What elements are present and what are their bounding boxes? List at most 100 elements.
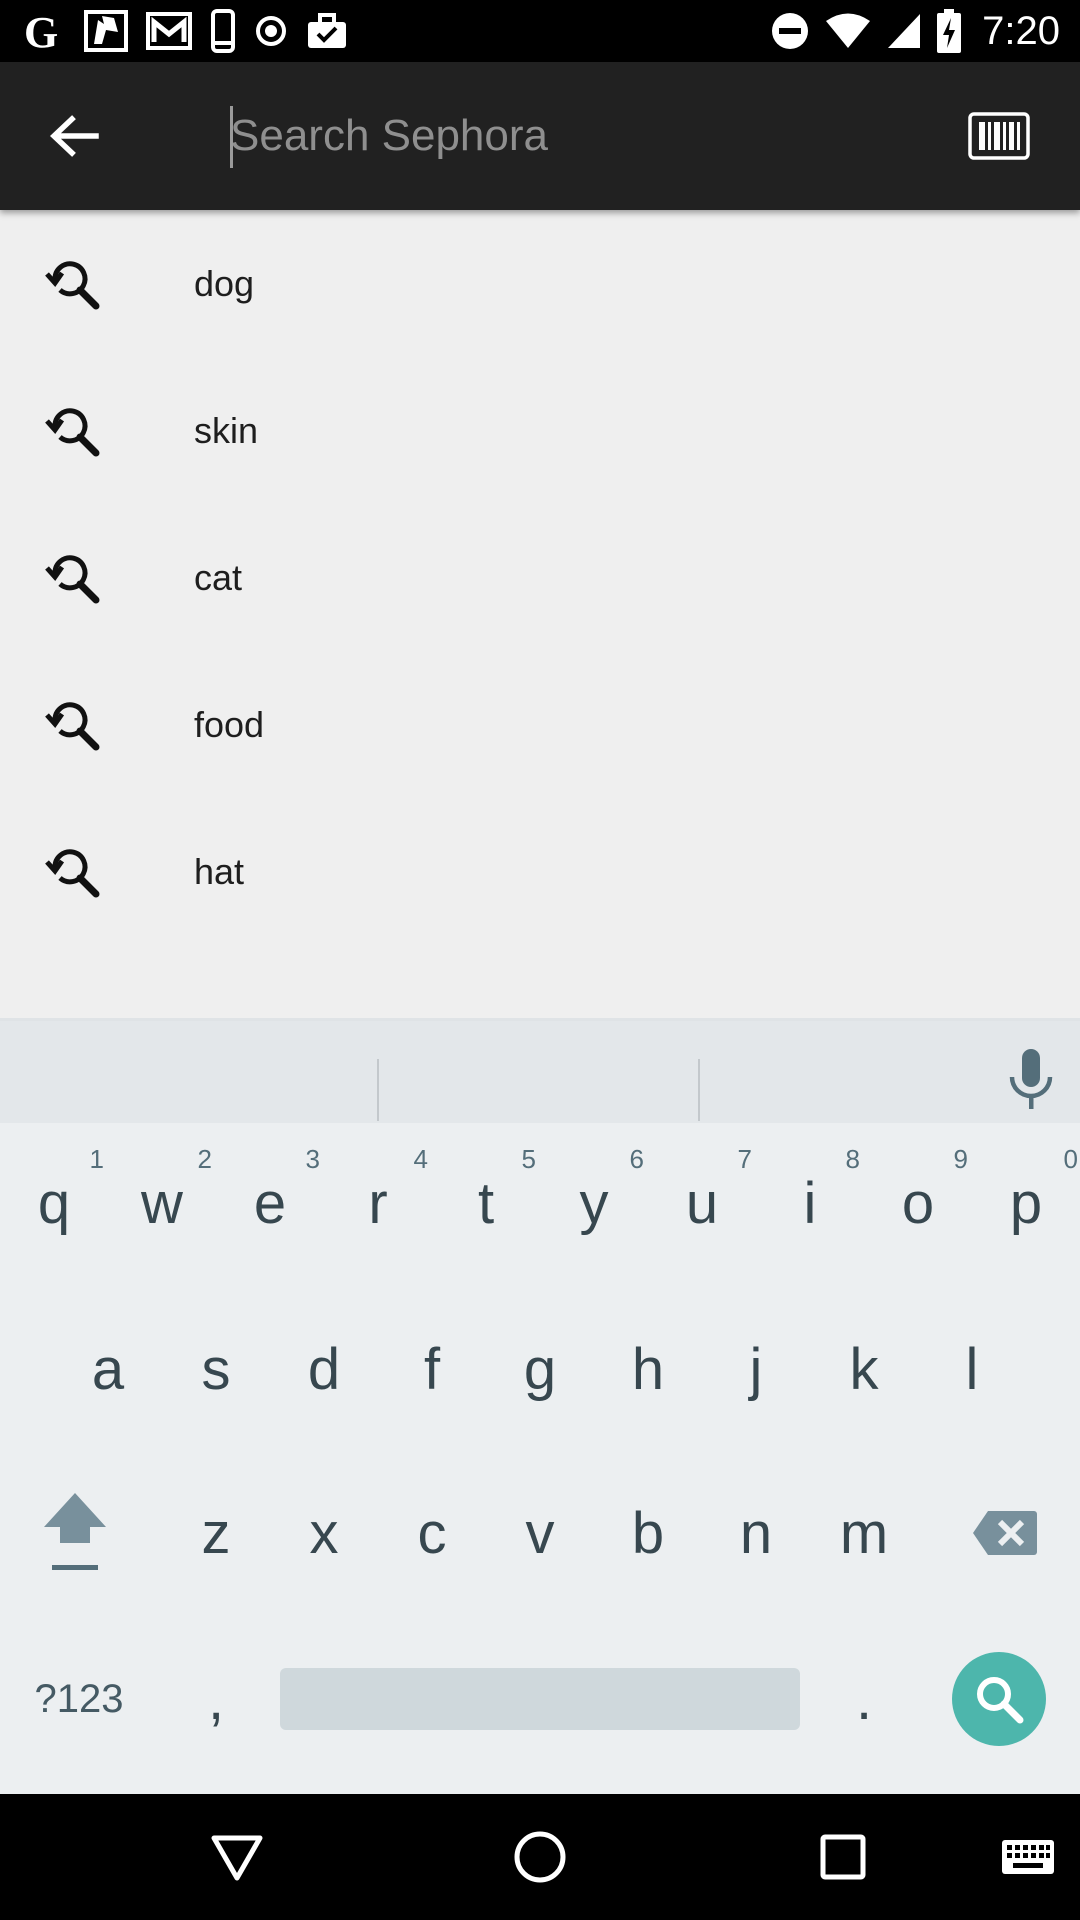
search-history-icon (45, 849, 100, 898)
strip-divider (377, 1059, 379, 1121)
key-c[interactable]: c (378, 1468, 486, 1598)
key-v[interactable]: v (486, 1468, 594, 1598)
key-label: r (368, 1170, 388, 1236)
key-o[interactable]: o9 (864, 1138, 972, 1268)
key-label: w (141, 1170, 183, 1236)
briefcase-check-icon (306, 8, 348, 54)
suggestion-label: dog (194, 262, 255, 304)
key-y[interactable]: y6 (540, 1138, 648, 1268)
cell-signal-icon (886, 8, 922, 54)
key-f[interactable]: f (378, 1304, 486, 1434)
key-hint: 2 (197, 1144, 212, 1174)
key-z[interactable]: z (162, 1468, 270, 1598)
key-t[interactable]: t5 (432, 1138, 540, 1268)
key-x[interactable]: x (270, 1468, 378, 1598)
backspace-key[interactable] (940, 1468, 1070, 1598)
system-icons: 7:20 (770, 8, 1060, 54)
home-nav-button[interactable] (507, 1824, 573, 1890)
key-m[interactable]: m (810, 1468, 918, 1598)
record-icon (254, 8, 288, 54)
key-k[interactable]: k (810, 1304, 918, 1434)
key-u[interactable]: u7 (648, 1138, 756, 1268)
key-label: y (579, 1170, 609, 1236)
key-g[interactable]: g (486, 1304, 594, 1434)
key-hint: 8 (845, 1144, 860, 1174)
barcode-scan-button[interactable] (968, 112, 1030, 160)
key-q[interactable]: q1 (0, 1138, 108, 1268)
back-nav-button[interactable] (204, 1824, 270, 1890)
key-hint: 3 (305, 1144, 320, 1174)
keyboard-suggestion-strip (0, 1021, 1080, 1123)
shift-icon (44, 1493, 106, 1570)
search-toolbar (0, 62, 1080, 210)
search-history-icon (45, 261, 100, 310)
suggestion-label: hat (194, 850, 245, 892)
shift-key[interactable] (0, 1468, 150, 1598)
back-button[interactable] (36, 104, 112, 168)
key-hint: 4 (413, 1144, 428, 1174)
key-w[interactable]: w2 (108, 1138, 216, 1268)
search-history-icon (45, 408, 100, 457)
key-n[interactable]: n (702, 1468, 810, 1598)
key-d[interactable]: d (270, 1304, 378, 1434)
suggestion-item[interactable]: food (0, 651, 1080, 798)
key-r[interactable]: r4 (324, 1138, 432, 1268)
key-l[interactable]: l (918, 1304, 1026, 1434)
key-label: o (901, 1170, 935, 1236)
key-j[interactable]: j (702, 1304, 810, 1434)
key-label: t (477, 1170, 495, 1236)
key-label: u (685, 1170, 719, 1236)
google-icon: G (22, 8, 66, 54)
search-history-icon (45, 702, 100, 751)
arrow-back-icon (49, 115, 99, 157)
gmail-icon (146, 8, 192, 54)
suggestion-label: skin (194, 409, 259, 451)
wifi-icon (824, 8, 872, 54)
barcode-icon (968, 112, 1030, 160)
search-history-icon (45, 555, 100, 604)
symbols-key[interactable]: ?123 (14, 1634, 144, 1764)
notification-icons: G (22, 8, 348, 54)
suggestion-item[interactable]: cat (0, 504, 1080, 651)
key-e[interactable]: e3 (216, 1138, 324, 1268)
key-b[interactable]: b (594, 1468, 702, 1598)
navigation-bar (0, 1794, 1080, 1920)
search-icon (977, 1677, 1024, 1724)
key-hint: 7 (737, 1144, 752, 1174)
text-cursor (230, 106, 233, 168)
suggestion-item[interactable]: dog (0, 210, 1080, 357)
backspace-icon (973, 1511, 1037, 1555)
suggestion-item[interactable]: skin (0, 357, 1080, 504)
key-h[interactable]: h (594, 1304, 702, 1434)
suggestion-label: cat (194, 556, 243, 598)
key-label: q (37, 1170, 71, 1236)
key-hint: 0 (1063, 1144, 1078, 1174)
status-bar: G 7:20 (0, 0, 1080, 62)
suggestion-item[interactable]: hat (0, 798, 1080, 945)
recents-nav-button[interactable] (810, 1824, 876, 1890)
key-label: i (803, 1170, 817, 1236)
keyboard-icon (1002, 1840, 1054, 1874)
recent-searches-list: dog skin cat food hat (0, 210, 1080, 1018)
period-key[interactable]: . (810, 1634, 918, 1764)
clock: 7:20 (982, 8, 1060, 53)
key-s[interactable]: s (162, 1304, 270, 1434)
comma-key[interactable]: , (162, 1634, 270, 1764)
microphone-icon[interactable] (1006, 1047, 1056, 1113)
space-key[interactable] (280, 1668, 800, 1730)
soft-keyboard: q1 w2 e3 r4 t5 y6 u7 i8 o9 p0 a s d f g … (0, 1018, 1080, 1794)
key-i[interactable]: i8 (756, 1138, 864, 1268)
key-hint: 6 (629, 1144, 644, 1174)
key-p[interactable]: p0 (972, 1138, 1080, 1268)
do-not-disturb-icon (770, 8, 810, 54)
key-label: e (253, 1170, 287, 1236)
search-input[interactable] (230, 100, 930, 172)
strip-divider (698, 1059, 700, 1121)
key-a[interactable]: a (54, 1304, 162, 1434)
search-enter-key[interactable] (952, 1652, 1046, 1746)
key-hint: 5 (521, 1144, 536, 1174)
circle-home-icon (514, 1831, 566, 1883)
keyboard-switch-button[interactable] (1000, 1824, 1056, 1890)
square-recents-icon (820, 1834, 866, 1880)
key-hint: 1 (89, 1144, 104, 1174)
